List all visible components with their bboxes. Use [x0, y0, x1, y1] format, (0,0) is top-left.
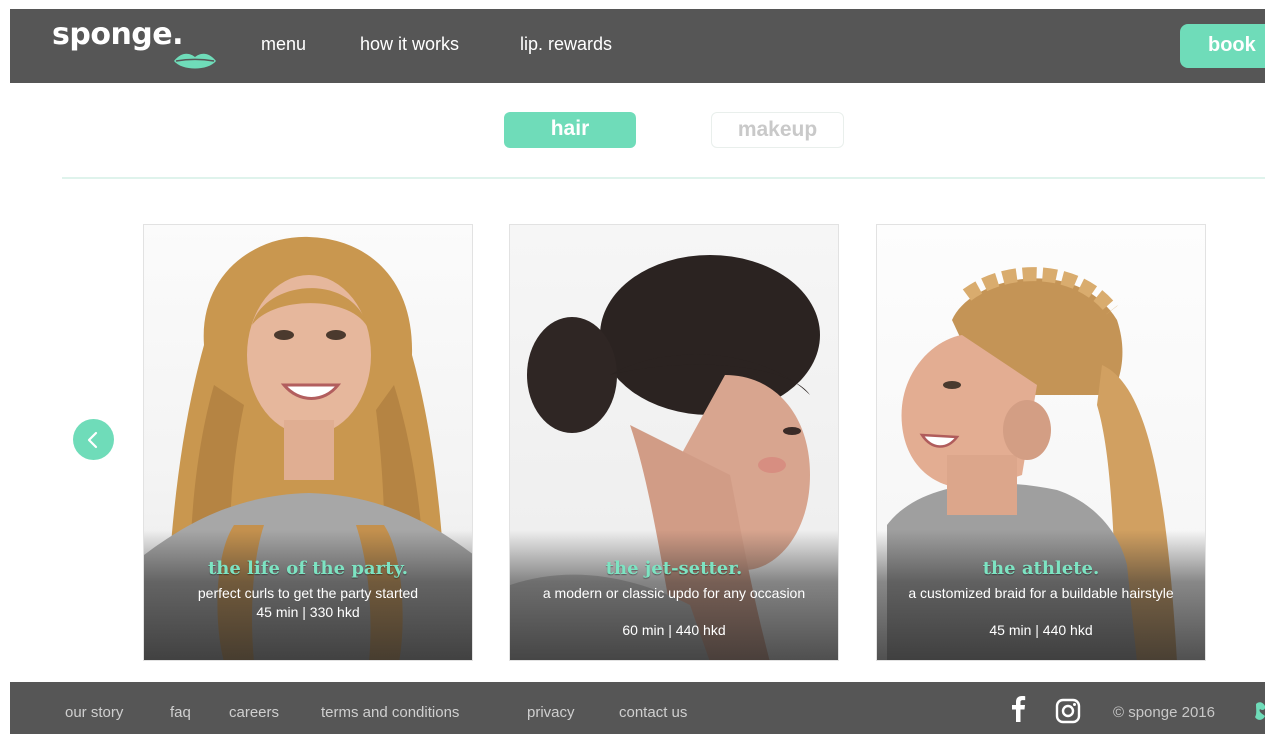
lips-logo-icon: [1255, 702, 1265, 720]
footer-link-privacy[interactable]: privacy: [527, 704, 575, 721]
service-card-jet-setter[interactable]: the jet-setter. a modern or classic updo…: [509, 224, 839, 661]
card-price: 45 min | 330 hkd: [256, 604, 360, 620]
card-price: 45 min | 440 hkd: [989, 622, 1093, 638]
facebook-icon[interactable]: [1010, 694, 1026, 722]
instagram-icon[interactable]: [1055, 698, 1081, 724]
book-button[interactable]: book: [1180, 24, 1265, 68]
card-description: a modern or classic updo for any occasio…: [542, 585, 806, 601]
service-card-life-of-the-party[interactable]: the life of the party. perfect curls to …: [143, 224, 473, 661]
card-price: 60 min | 440 hkd: [622, 622, 726, 638]
nav-how-it-works[interactable]: how it works: [360, 34, 459, 55]
card-title: the athlete.: [982, 558, 1100, 579]
copyright-text: © sponge 2016: [1113, 704, 1215, 721]
card-title: the jet-setter.: [605, 558, 743, 579]
lips-logo-icon: [174, 53, 216, 69]
card-caption: the athlete. a customized braid for a bu…: [877, 530, 1205, 660]
service-card-athlete[interactable]: the athlete. a customized braid for a bu…: [876, 224, 1206, 661]
footer-link-contact-us[interactable]: contact us: [619, 704, 687, 721]
card-title: the life of the party.: [207, 558, 409, 579]
nav-menu[interactable]: menu: [261, 34, 306, 55]
card-description: a customized braid for a buildable hairs…: [908, 585, 1174, 601]
tab-makeup[interactable]: makeup: [711, 112, 844, 148]
nav-lip-rewards[interactable]: lip. rewards: [520, 34, 612, 55]
footer-link-faq[interactable]: faq: [170, 704, 191, 721]
footer-link-our-story[interactable]: our story: [65, 704, 123, 721]
footer-link-terms[interactable]: terms and conditions: [321, 704, 459, 721]
card-caption: the life of the party. perfect curls to …: [144, 530, 472, 660]
logo-text[interactable]: sponge.: [52, 17, 184, 52]
chevron-left-icon: [87, 431, 98, 449]
carousel-prev-button[interactable]: [73, 419, 114, 460]
site-header: sponge. menu how it works lip. rewards b…: [10, 9, 1265, 83]
tab-hair[interactable]: hair: [504, 112, 636, 148]
card-description: perfect curls to get the party started: [197, 585, 419, 601]
site-footer: our story faq careers terms and conditio…: [10, 682, 1265, 734]
footer-link-careers[interactable]: careers: [229, 704, 279, 721]
divider: [62, 177, 1265, 179]
card-caption: the jet-setter. a modern or classic updo…: [510, 530, 838, 660]
